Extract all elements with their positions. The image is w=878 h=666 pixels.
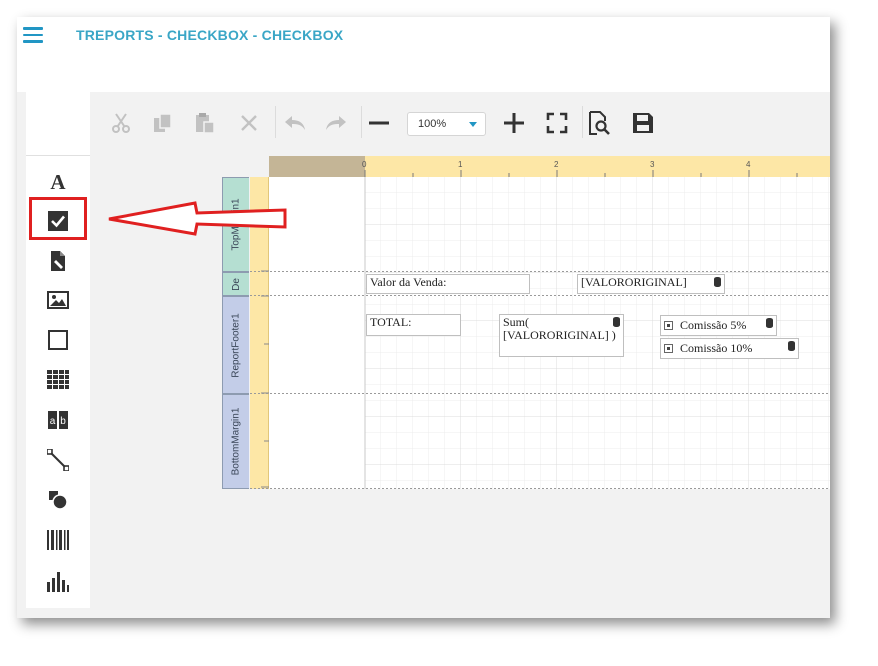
red-arrow-annotation [108, 201, 287, 236]
annotation-overlay [108, 201, 287, 236]
screenshot-frame: TREPORTS - CHECKBOX - CHECKBOX A a b 100… [17, 17, 830, 618]
